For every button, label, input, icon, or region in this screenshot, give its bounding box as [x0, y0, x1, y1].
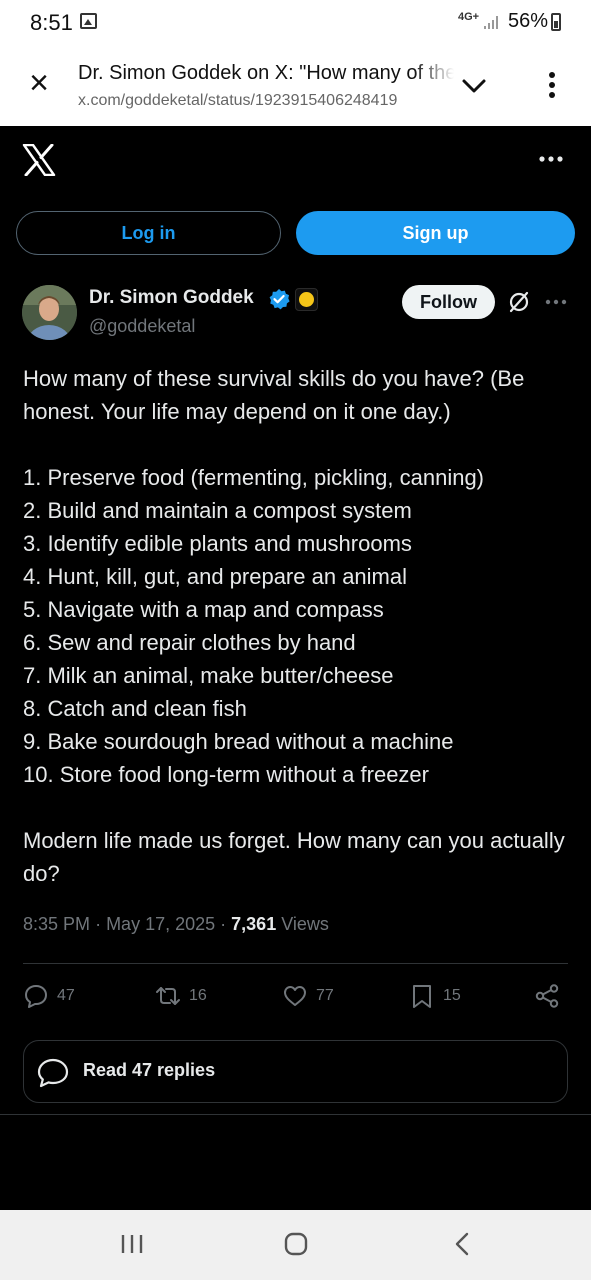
like-icon — [284, 986, 306, 1006]
list-item: 4. Hunt, kill, gut, and prepare an anima… — [23, 564, 408, 589]
back-icon[interactable] — [452, 1231, 472, 1257]
more-icon[interactable] — [538, 152, 564, 166]
tweet-outro: Modern life made us forget. How many can… — [23, 828, 565, 886]
follow-button[interactable]: Follow — [402, 285, 495, 319]
signup-button[interactable]: Sign up — [296, 211, 575, 255]
list-item: 5. Navigate with a map and compass — [23, 597, 384, 622]
views-label: Views — [281, 914, 329, 934]
tweet-text: How many of these survival skills do you… — [23, 362, 571, 890]
tweet-intro: How many of these survival skills do you… — [23, 366, 525, 424]
like-button[interactable]: 77 — [282, 980, 334, 1012]
avatar[interactable] — [22, 285, 77, 340]
speech-bubble-icon — [37, 1058, 69, 1088]
bookmark-count: 15 — [443, 987, 461, 1004]
reply-icon — [25, 985, 47, 1008]
action-bar: 47 16 77 15 — [23, 980, 568, 1012]
list-item: 3. Identify edible plants and mushrooms — [23, 531, 412, 556]
x-header — [0, 126, 591, 196]
chevron-down-icon[interactable] — [460, 72, 488, 100]
author-handle[interactable]: @goddeketal — [89, 316, 195, 337]
divider — [0, 1114, 591, 1115]
bookmark-button[interactable]: 15 — [409, 980, 461, 1012]
affiliate-badge — [295, 288, 318, 311]
close-icon[interactable]: × — [22, 66, 56, 100]
views-count: 7,361 — [231, 914, 277, 934]
share-icon — [535, 984, 559, 1008]
divider — [23, 963, 568, 964]
tweet-date[interactable]: May 17, 2025 — [106, 914, 215, 934]
page-url[interactable]: x.com/goddeketal/status/1923915406248419 — [78, 92, 454, 110]
read-replies-label: Read 47 replies — [83, 1060, 216, 1080]
status-bar: 8:51 4G+ 56% — [0, 0, 591, 46]
repost-icon — [156, 987, 180, 1005]
battery-icon — [551, 13, 561, 31]
list-item: 1. Preserve food (fermenting, pickling, … — [23, 465, 485, 490]
grok-icon[interactable] — [507, 290, 531, 314]
status-time: 8:51 — [30, 10, 73, 35]
browser-toolbar: × Dr. Simon Goddek on X: "How many of th… — [0, 46, 591, 126]
list-item: 6. Sew and repair clothes by hand — [23, 630, 356, 655]
reply-button[interactable]: 47 — [23, 980, 75, 1012]
signal-icon — [484, 16, 498, 29]
repost-button[interactable]: 16 — [155, 980, 207, 1012]
system-nav-bar — [0, 1210, 591, 1280]
network-indicator: 4G+ — [458, 11, 480, 23]
tweet-meta: 8:35 PM · May 17, 2025 · 7,361 Views — [23, 914, 329, 934]
list-item: 2. Build and maintain a compost system — [23, 498, 412, 523]
list-item: 8. Catch and clean fish — [23, 696, 247, 721]
page-title: Dr. Simon Goddek on X: "How many of thes… — [78, 62, 454, 85]
list-item: 10. Store food long-term without a freez… — [23, 762, 429, 787]
author-name[interactable]: Dr. Simon Goddek — [89, 287, 254, 309]
share-button[interactable] — [534, 980, 568, 1012]
recent-apps-icon[interactable] — [119, 1233, 145, 1255]
list-item: 9. Bake sourdough bread without a machin… — [23, 729, 454, 754]
x-logo-icon[interactable] — [22, 144, 56, 176]
verified-badge-icon — [269, 289, 290, 310]
gallery-notification-icon — [80, 13, 97, 29]
repost-count: 16 — [189, 987, 207, 1004]
avatar-image — [22, 285, 77, 340]
tweet-time[interactable]: 8:35 PM — [23, 914, 90, 934]
bookmark-icon — [413, 985, 431, 1008]
like-count: 77 — [316, 987, 334, 1004]
skills-list: 1. Preserve food (fermenting, pickling, … — [23, 461, 571, 791]
read-replies-button[interactable]: Read 47 replies — [23, 1040, 568, 1103]
tweet-more-icon[interactable] — [545, 296, 567, 308]
home-icon[interactable] — [283, 1231, 309, 1257]
reply-count: 47 — [57, 987, 75, 1004]
overflow-menu-icon[interactable] — [540, 70, 564, 100]
login-button[interactable]: Log in — [16, 211, 281, 255]
list-item: 7. Milk an animal, make butter/cheese — [23, 663, 394, 688]
battery-percent: 56% — [508, 10, 549, 32]
